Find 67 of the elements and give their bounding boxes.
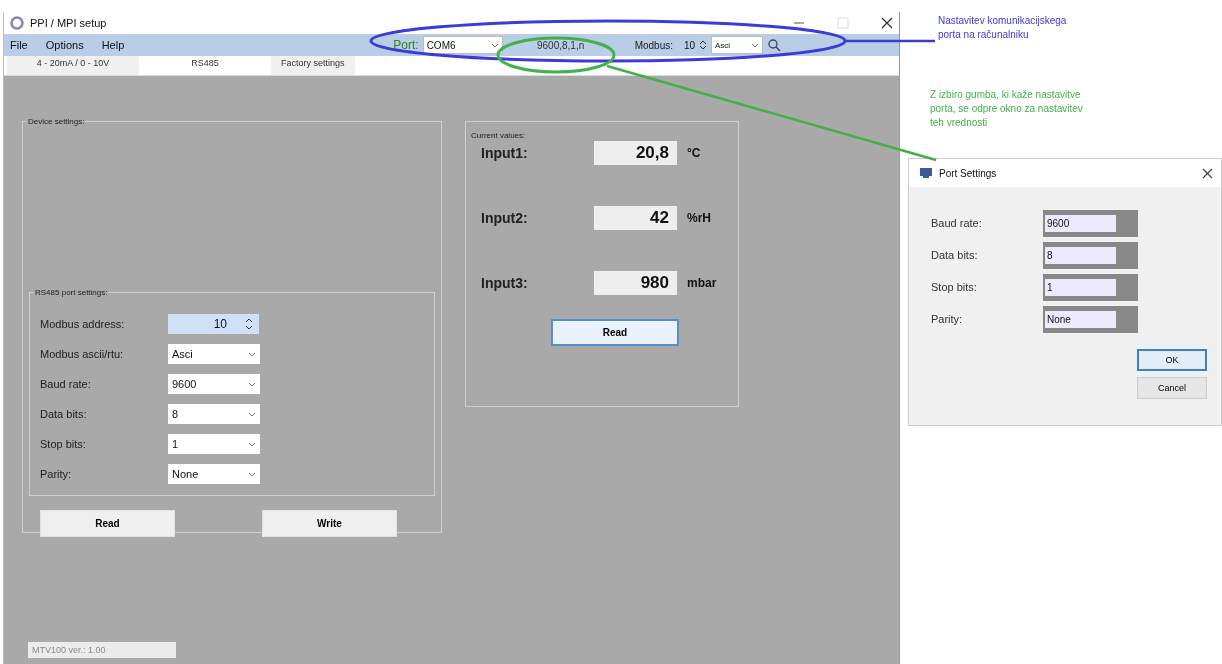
- dropdown[interactable]: 1: [168, 434, 260, 454]
- window-icon: [919, 167, 933, 179]
- modbus-label: Modbus:: [634, 39, 673, 51]
- group-title: Device settings:: [27, 117, 86, 126]
- input-label: Input2:: [481, 209, 529, 226]
- unit-label: mbar: [687, 275, 717, 290]
- value-field: 980: [594, 270, 677, 295]
- chevron-down-icon: [751, 42, 759, 48]
- menu-item[interactable]: Options: [45, 39, 84, 51]
- dropdown[interactable]: 8: [1043, 241, 1138, 269]
- spinner-icon[interactable]: [245, 317, 253, 331]
- dropdown[interactable]: 9600: [168, 374, 260, 394]
- port-settings-button[interactable]: 9600,8,1,n: [516, 36, 605, 54]
- dropdown[interactable]: 9600: [1043, 209, 1138, 237]
- group-title: Current values:: [470, 131, 527, 140]
- input-label: Input1:: [481, 144, 529, 161]
- field-label: Data bits:: [40, 408, 88, 420]
- dropdown[interactable]: Asci: [168, 344, 260, 364]
- chevron-down-icon: [490, 42, 499, 48]
- tab[interactable]: 4 - 20mA / 0 - 10V: [7, 56, 139, 75]
- unit-label: °C: [687, 145, 701, 160]
- modbus-address-field[interactable]: 10: [677, 39, 695, 51]
- action-button[interactable]: Read: [40, 510, 175, 537]
- field-label: Baud rate:: [931, 217, 983, 229]
- app-icon: [10, 16, 24, 30]
- dropdown[interactable]: 1: [1043, 273, 1138, 301]
- field-label: Modbus address:: [40, 318, 126, 330]
- field-label: Data bits:: [931, 249, 979, 261]
- close-icon[interactable]: [1202, 167, 1213, 179]
- field-label: Modbus ascii/rtu:: [40, 348, 125, 360]
- dialog-title: Port Settings: [939, 167, 997, 179]
- dropdown[interactable]: None: [168, 464, 260, 484]
- dropdown[interactable]: 8: [168, 404, 260, 424]
- chevron-down-icon: [248, 471, 256, 477]
- search-icon[interactable]: [767, 38, 781, 52]
- dropdown[interactable]: None: [1043, 305, 1138, 333]
- menu-item[interactable]: Help: [101, 39, 125, 51]
- action-button[interactable]: Write: [262, 510, 397, 537]
- field-label: Stop bits:: [40, 438, 87, 450]
- chevron-down-icon: [248, 351, 256, 357]
- tab[interactable]: Factory settings: [271, 56, 355, 75]
- value-field: 20,8: [594, 140, 677, 165]
- port-dropdown[interactable]: COM6: [422, 36, 503, 54]
- modbus-mode-dropdown[interactable]: Asci: [711, 36, 763, 54]
- chevron-down-icon: [248, 381, 256, 387]
- annotation-text: Z izbiro gumba, ki kaže nastavitve porta, se odpre okno za nastavitev teh vrednosti: [930, 88, 1084, 130]
- dialog-button[interactable]: OK: [1137, 349, 1207, 371]
- annotation-text: Nastavitev komunikacijskega porta na računalniku: [938, 14, 1068, 42]
- field-label: Parity:: [931, 313, 964, 325]
- menu-item[interactable]: File: [10, 39, 28, 51]
- chevron-down-icon: [248, 411, 256, 417]
- version-label: MTV100 ver.: 1.00: [28, 642, 176, 658]
- unit-label: %rH: [687, 210, 711, 225]
- chevron-down-icon: [248, 441, 256, 447]
- spinner-icon[interactable]: [699, 39, 707, 51]
- close-icon[interactable]: [881, 17, 893, 29]
- window-title: PPI / MPI setup: [30, 17, 107, 29]
- input-label: Input3:: [481, 274, 529, 291]
- spinner-field[interactable]: 10: [168, 314, 259, 334]
- group-title: RS485 port settings:: [34, 288, 109, 297]
- read-button[interactable]: Read: [551, 319, 679, 346]
- field-label: Baud rate:: [40, 378, 92, 390]
- dialog-button[interactable]: Cancel: [1137, 377, 1207, 399]
- value-field: 42: [594, 205, 677, 230]
- field-label: Parity:: [40, 468, 73, 480]
- port-label: Port:: [393, 38, 419, 52]
- field-label: Stop bits:: [931, 281, 978, 293]
